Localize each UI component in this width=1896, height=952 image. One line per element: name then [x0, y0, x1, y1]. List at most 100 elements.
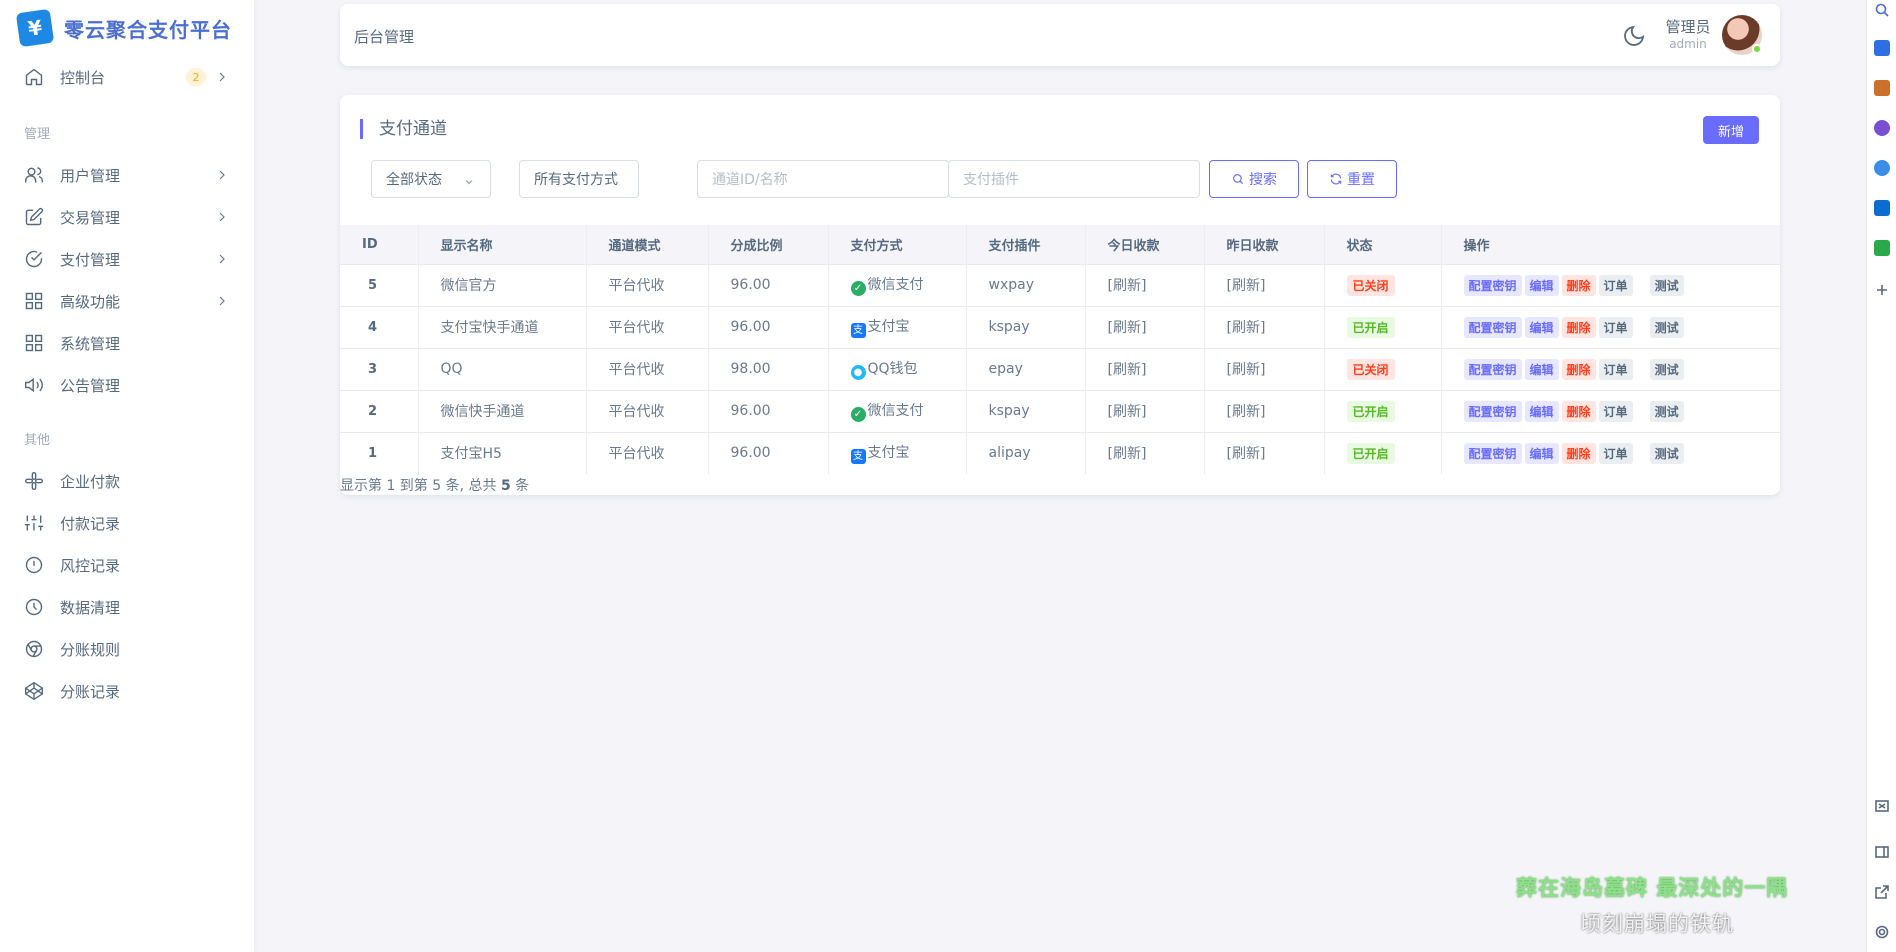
notification-badge: 2	[186, 68, 206, 86]
sidebar-item-split-records[interactable]: 分账记录	[0, 670, 254, 712]
search-button-label: 搜索	[1249, 172, 1277, 188]
search-icon[interactable]	[1874, 2, 1890, 18]
reset-button[interactable]: 重置	[1307, 160, 1397, 198]
col-header-plugin: 支付插件	[966, 225, 1086, 264]
add-button[interactable]: 新增	[1703, 116, 1759, 144]
refresh-yesterday-link[interactable]: [刷新]	[1227, 446, 1266, 462]
paytype-select[interactable]: 所有支付方式	[519, 160, 639, 198]
status-select[interactable]: 全部状态	[371, 160, 491, 198]
refresh-yesterday-link[interactable]: [刷新]	[1227, 362, 1266, 378]
refresh-today-link[interactable]: [刷新]	[1108, 320, 1147, 336]
status-badge[interactable]: 已关闭	[1346, 274, 1395, 296]
sidebar-item-payment-records[interactable]: 付款记录	[0, 502, 254, 544]
briefcase-icon[interactable]	[1874, 80, 1890, 96]
refresh-yesterday-link[interactable]: [刷新]	[1227, 404, 1266, 420]
sidebar-item-split-rules[interactable]: 分账规则	[0, 628, 254, 670]
plugin-search-input[interactable]: 支付插件	[948, 160, 1200, 198]
sidebar-item-dashboard[interactable]: 控制台 2	[0, 56, 254, 98]
search-button[interactable]: 搜索	[1209, 160, 1299, 198]
config-key-button[interactable]: 配置密钥	[1463, 442, 1522, 464]
cell-plugin: kspay	[966, 305, 1086, 348]
test-button[interactable]: 测试	[1649, 316, 1684, 338]
delete-button[interactable]: 删除	[1561, 274, 1596, 296]
col-header-ratio: 分成比例	[708, 225, 829, 264]
external-link-icon[interactable]	[1874, 884, 1890, 900]
config-key-button[interactable]: 配置密钥	[1463, 358, 1522, 380]
chevron-right-icon	[214, 167, 230, 183]
games-icon[interactable]	[1874, 240, 1890, 256]
status-badge[interactable]: 已关闭	[1346, 358, 1395, 380]
config-key-button[interactable]: 配置密钥	[1463, 316, 1522, 338]
refresh-yesterday-link[interactable]: [刷新]	[1227, 278, 1266, 294]
pagination-info: 显示第 1 到第 5 条, 总共 5 条	[340, 475, 529, 495]
edit-button[interactable]: 编辑	[1524, 442, 1559, 464]
config-key-button[interactable]: 配置密钥	[1463, 274, 1522, 296]
plus-icon[interactable]	[1874, 282, 1890, 298]
grid-icon	[24, 333, 44, 353]
screenshot-icon[interactable]	[1874, 798, 1890, 814]
outlook-icon[interactable]	[1874, 200, 1890, 216]
refresh-today-link[interactable]: [刷新]	[1108, 362, 1147, 378]
orders-button[interactable]: 订单	[1598, 442, 1633, 464]
status-badge[interactable]: 已开启	[1346, 316, 1395, 338]
online-status-dot	[1752, 44, 1762, 54]
cell-paytype: 支支付宝	[828, 431, 967, 474]
status-select-value: 全部状态	[386, 172, 442, 188]
test-button[interactable]: 测试	[1649, 400, 1684, 422]
orders-button[interactable]: 订单	[1598, 274, 1633, 296]
sidebar-item-data-cleanup[interactable]: 数据清理	[0, 586, 254, 628]
refresh-today-link[interactable]: [刷新]	[1108, 404, 1147, 420]
edit-button[interactable]: 编辑	[1524, 358, 1559, 380]
status-badge[interactable]: 已开启	[1346, 400, 1395, 422]
refresh-today-link[interactable]: [刷新]	[1108, 446, 1147, 462]
col-header-actions: 操作	[1441, 225, 1780, 264]
sidebar-item-label: 风控记录	[60, 556, 121, 575]
refresh-yesterday-link[interactable]: [刷新]	[1227, 320, 1266, 336]
brand-logo: ¥	[15, 8, 55, 48]
test-button[interactable]: 测试	[1649, 442, 1684, 464]
sidebar-item-system[interactable]: 系统管理	[0, 322, 254, 364]
sidebar-item-payments[interactable]: 支付管理	[0, 238, 254, 280]
cell-yesterday: [刷新]	[1204, 431, 1325, 474]
cell-today: [刷新]	[1085, 431, 1205, 474]
cell-today: [刷新]	[1085, 347, 1205, 390]
orders-button[interactable]: 订单	[1598, 400, 1633, 422]
status-badge[interactable]: 已开启	[1346, 442, 1395, 464]
cell-plugin: alipay	[966, 431, 1086, 474]
moon-icon[interactable]	[1622, 24, 1646, 48]
edit-button[interactable]: 编辑	[1524, 316, 1559, 338]
delete-button[interactable]: 删除	[1561, 442, 1596, 464]
sidebar-item-transactions[interactable]: 交易管理	[0, 196, 254, 238]
orders-button[interactable]: 订单	[1598, 358, 1633, 380]
edit-button[interactable]: 编辑	[1524, 274, 1559, 296]
sidebar-item-users[interactable]: 用户管理	[0, 154, 254, 196]
refresh-today-link[interactable]: [刷新]	[1108, 278, 1147, 294]
codepen-icon	[24, 681, 44, 701]
edit-button[interactable]: 编辑	[1524, 400, 1559, 422]
alipay-pay-icon: 支	[850, 449, 866, 465]
sidebar-toggle-icon[interactable]	[1874, 844, 1890, 860]
sidebar-item-advanced[interactable]: 高级功能	[0, 280, 254, 322]
sidebar-item-label: 付款记录	[60, 514, 121, 533]
plugin-search-placeholder: 支付插件	[963, 172, 1019, 188]
delete-button[interactable]: 删除	[1561, 358, 1596, 380]
person-icon[interactable]	[1874, 120, 1890, 136]
copilot-icon[interactable]	[1874, 160, 1890, 176]
channel-search-input[interactable]: 通道ID/名称	[697, 160, 949, 198]
table-row: 5 微信官方 平台代收 96.00 ✓ 微信支付 wxpay [刷新] [刷新] …	[340, 263, 1780, 306]
sidebar-item-announcements[interactable]: 公告管理	[0, 364, 254, 406]
sidebar-item-enterprise-payment[interactable]: 企业付款	[0, 460, 254, 502]
cell-actions: 配置密钥 编辑 删除 订单 测试	[1441, 431, 1780, 474]
config-key-button[interactable]: 配置密钥	[1463, 400, 1522, 422]
tag-icon[interactable]	[1874, 40, 1890, 56]
delete-button[interactable]: 删除	[1561, 400, 1596, 422]
sidebar-item-risk-records[interactable]: 风控记录	[0, 544, 254, 586]
orders-button[interactable]: 订单	[1598, 316, 1633, 338]
delete-button[interactable]: 删除	[1561, 316, 1596, 338]
test-button[interactable]: 测试	[1649, 274, 1684, 296]
cell-mode: 平台代收	[586, 347, 709, 390]
sidebar-item-label: 支付管理	[60, 250, 121, 269]
brand[interactable]: ¥ 零云聚合支付平台	[0, 0, 254, 56]
gear-icon[interactable]	[1874, 924, 1890, 940]
test-button[interactable]: 测试	[1649, 358, 1684, 380]
